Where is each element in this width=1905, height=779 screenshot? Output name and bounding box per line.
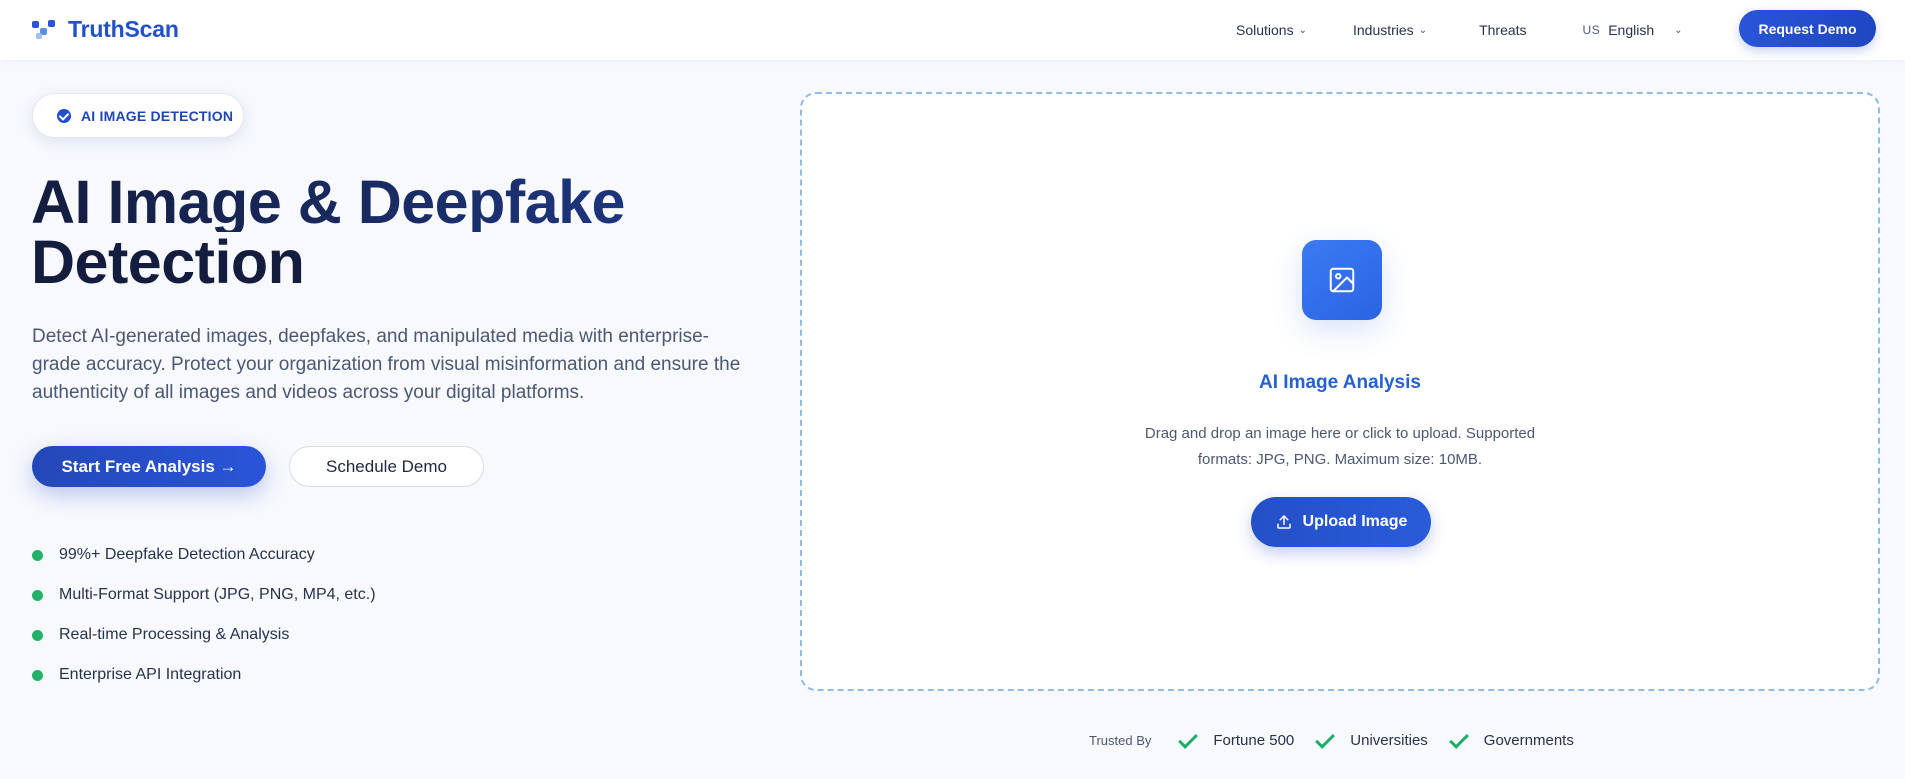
brand-name: TruthScan (68, 16, 179, 42)
title-line-1: AI Image & Deepfake (31, 172, 751, 233)
chevron-down-icon: ⌄ (1418, 24, 1428, 36)
upload-image-button[interactable]: Upload Image (1251, 497, 1431, 547)
top-nav: TruthScan Solutions ⌄ Industries ⌄ Threa… (0, 0, 1905, 60)
list-item: Real-time Processing & Analysis (32, 615, 376, 655)
schedule-demo-button[interactable]: Schedule Demo (289, 446, 484, 487)
upload-instructions: Drag and drop an image here or click to … (1144, 425, 1536, 468)
list-item: 99%+ Deepfake Detection Accuracy (32, 535, 376, 575)
nav-industries-label: Industries (1352, 22, 1414, 38)
feature-label: Multi-Format Support (JPG, PNG, MP4, etc… (59, 586, 376, 603)
logo-icon (32, 19, 60, 41)
request-demo-button[interactable]: Request Demo (1739, 10, 1876, 47)
title-line-2: Detection (31, 228, 305, 296)
upload-button-label: Upload Image (1302, 513, 1408, 530)
trusted-item: Universities (1314, 732, 1428, 749)
trusted-label: Trusted By (1089, 732, 1152, 748)
trusted-by-bar: Trusted By Fortune 500 Universities Gove… (1089, 728, 1594, 752)
nav-threats-label: Threats (1479, 22, 1527, 38)
bullet-dot-icon (32, 669, 43, 681)
feature-label: 99%+ Deepfake Detection Accuracy (59, 546, 315, 563)
bullet-dot-icon (32, 549, 43, 561)
check-icon (1448, 733, 1470, 747)
nav-solutions[interactable]: Solutions ⌄ (1236, 22, 1307, 38)
upload-icon (1276, 515, 1291, 529)
chevron-down-icon: ⌄ (1298, 24, 1307, 36)
check-circle-icon (57, 108, 71, 123)
image-upload-dropzone[interactable]: AI Image Analysis Drag and drop an image… (800, 92, 1880, 691)
check-icon (1314, 733, 1336, 747)
trusted-item: Governments (1448, 732, 1574, 749)
start-free-analysis-button[interactable]: Start Free Analysis → (32, 446, 266, 487)
trusted-item-label: Fortune 500 (1213, 731, 1295, 749)
bullet-dot-icon (32, 589, 43, 601)
nav-links: Solutions ⌄ Industries ⌄ Threats US Engl… (1236, 0, 1683, 60)
hero-description: Detect AI-generated images, deepfakes, a… (32, 326, 741, 403)
brand-logo[interactable]: TruthScan (32, 16, 179, 43)
trusted-item-label: Universities (1350, 731, 1428, 749)
feature-label: Real-time Processing & Analysis (59, 626, 290, 643)
nav-threats[interactable]: Threats (1479, 22, 1526, 38)
badge-label: AI IMAGE DETECTION (81, 107, 234, 124)
page-title: AI Image & Deepfake Detection (31, 172, 751, 296)
chevron-down-icon: ⌄ (1674, 24, 1683, 36)
list-item: Multi-Format Support (JPG, PNG, MP4, etc… (32, 575, 376, 615)
language-label: English (1608, 22, 1655, 38)
image-icon (1302, 240, 1382, 320)
trusted-item: Fortune 500 (1177, 732, 1294, 749)
feature-list: 99%+ Deepfake Detection Accuracy Multi-F… (32, 535, 376, 695)
flag-icon: US (1582, 23, 1601, 37)
trusted-item-label: Governments (1483, 731, 1574, 749)
nav-solutions-label: Solutions (1236, 22, 1294, 38)
upload-title: AI Image Analysis (1259, 372, 1421, 393)
category-badge: AI IMAGE DETECTION (32, 93, 244, 138)
list-item: Enterprise API Integration (32, 655, 376, 695)
feature-label: Enterprise API Integration (59, 666, 242, 683)
check-icon (1177, 733, 1199, 747)
language-selector[interactable]: US English ⌄ (1583, 22, 1683, 38)
bullet-dot-icon (32, 629, 43, 641)
nav-industries[interactable]: Industries ⌄ (1353, 22, 1427, 38)
